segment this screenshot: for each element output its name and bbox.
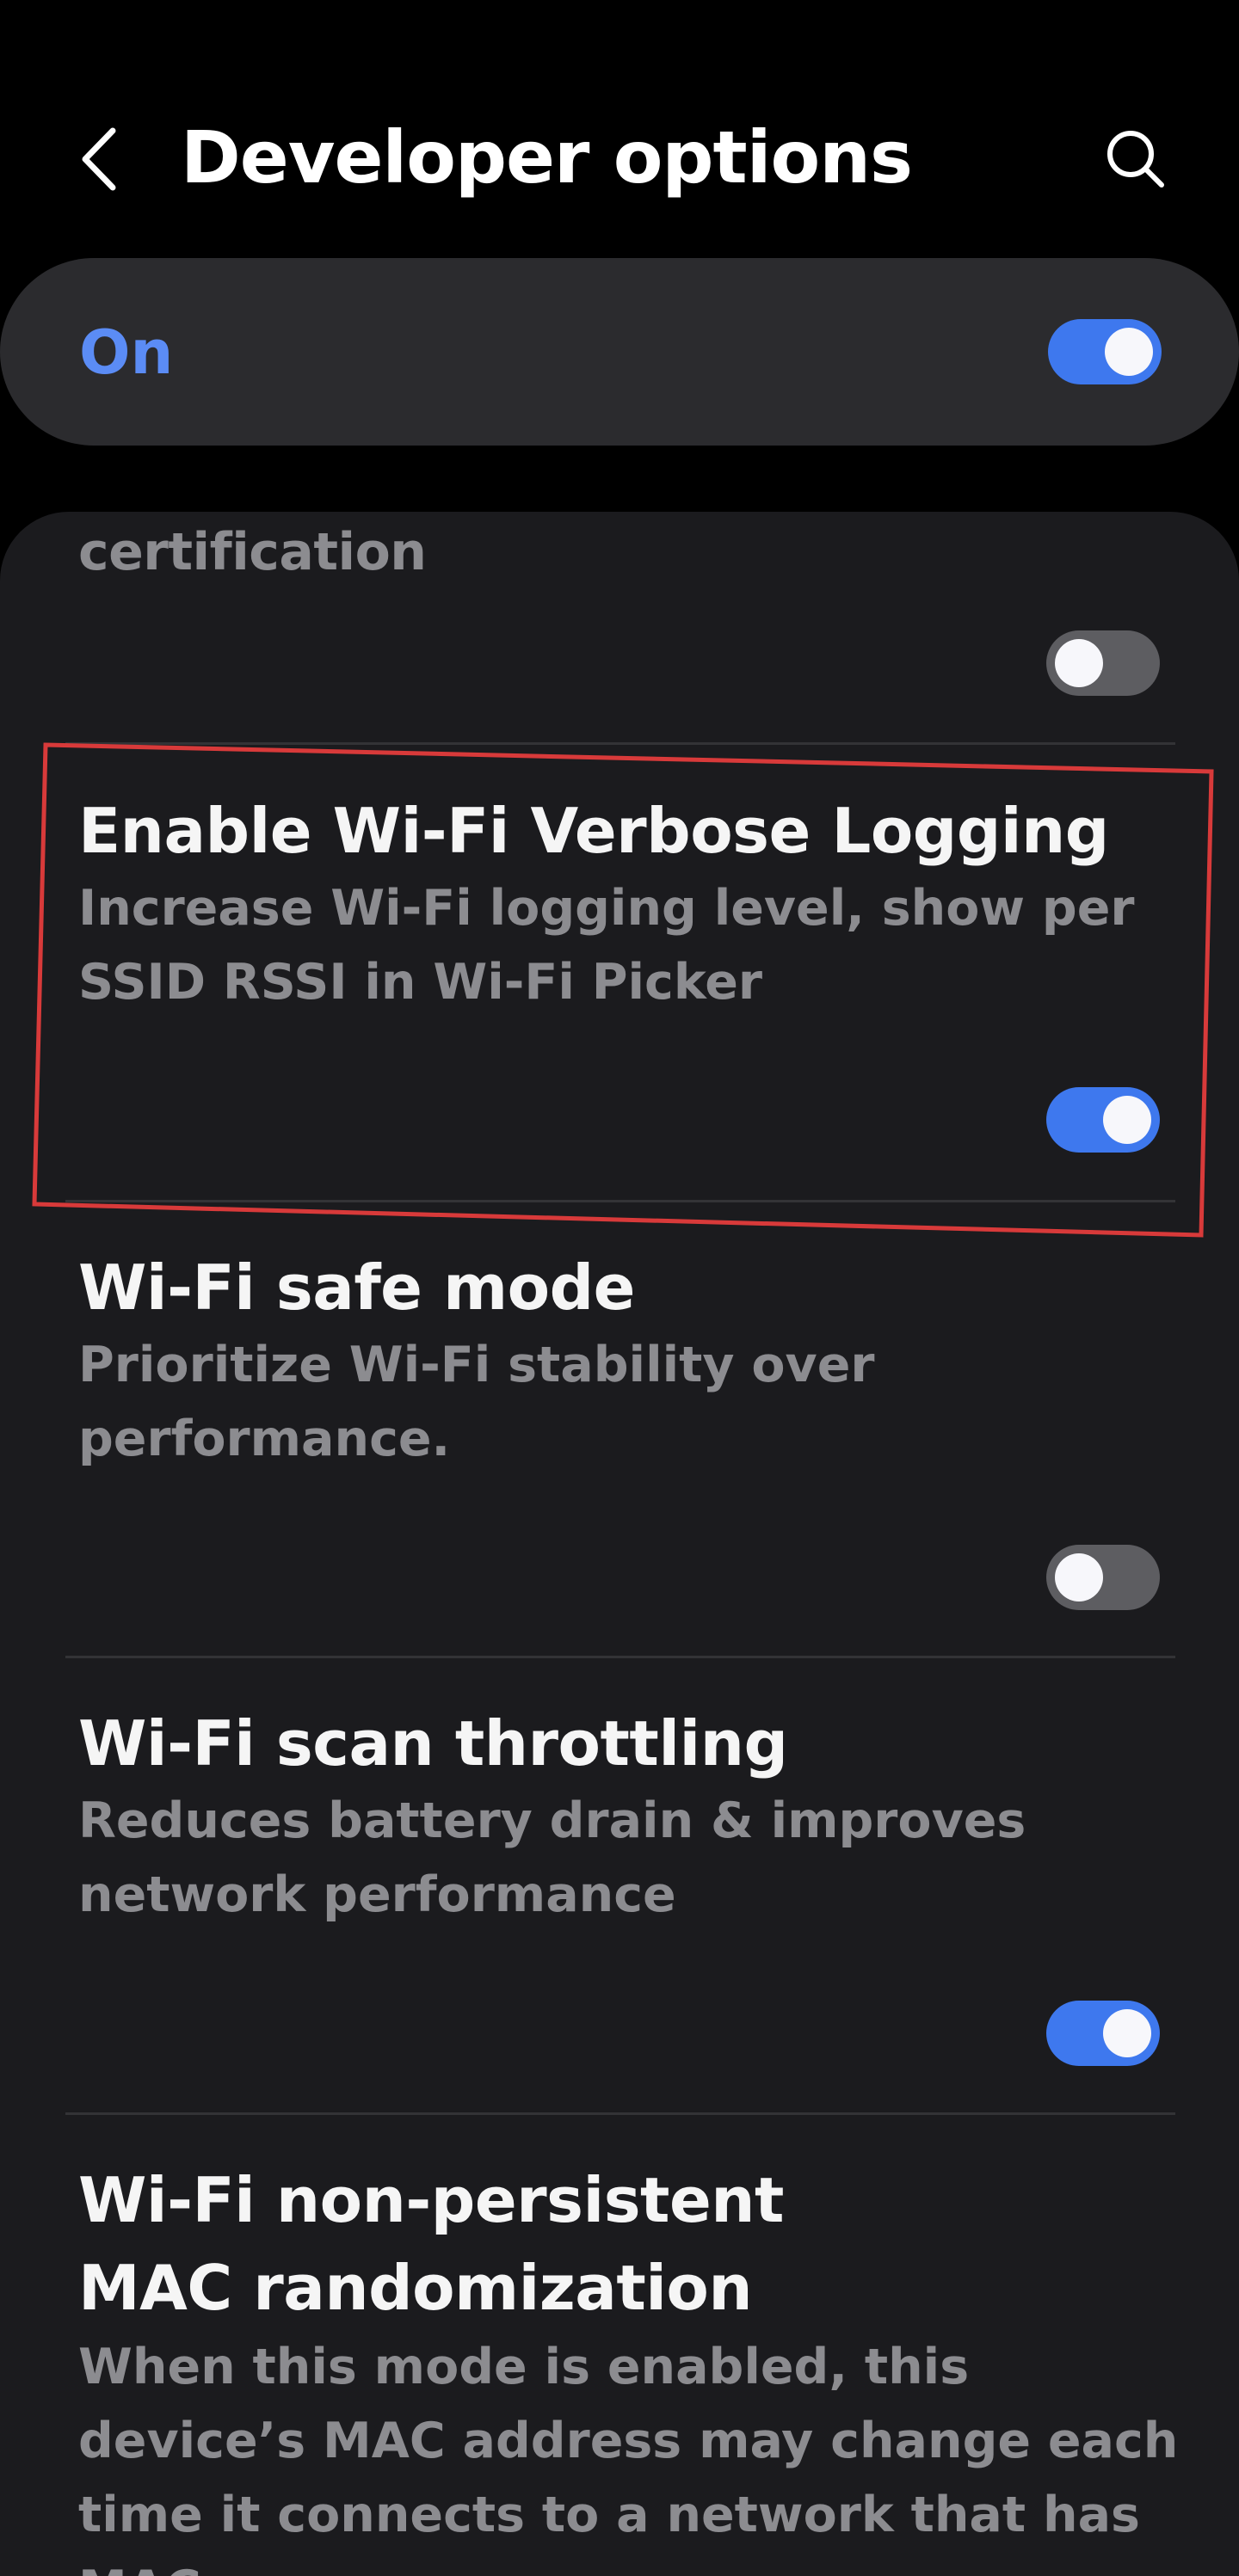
master-switch-bar[interactable]: On — [0, 258, 1239, 446]
setting-toggle[interactable] — [1046, 1087, 1160, 1153]
setting-title: Wi-Fi non-persistent MAC randomization — [78, 2164, 784, 2324]
setting-title: certification — [78, 522, 427, 582]
setting-toggle[interactable] — [1046, 630, 1160, 696]
search-button[interactable] — [1093, 116, 1179, 202]
master-toggle[interactable] — [1048, 319, 1162, 384]
setting-toggle[interactable] — [1046, 1545, 1160, 1610]
master-switch-label: On — [79, 317, 174, 388]
list-item[interactable]: Wi-Fi non-persistent MAC randomization W… — [0, 2115, 1239, 2576]
setting-summary: Reduces battery drain & improves network… — [78, 1792, 1026, 1923]
setting-title: Enable Wi-Fi Verbose Logging — [78, 795, 1109, 867]
page-title: Developer options — [181, 115, 913, 200]
search-icon — [1107, 131, 1164, 188]
setting-summary: Increase Wi-Fi logging level, show per S… — [78, 880, 1135, 1011]
list-item[interactable]: certification — [0, 512, 1239, 744]
toggle-knob — [1105, 328, 1153, 376]
settings-list: certification Enable Wi-Fi Verbose Loggi… — [0, 512, 1239, 2576]
setting-title: Wi-Fi scan throttling — [78, 1707, 788, 1780]
setting-summary: When this mode is enabled, this device’s… — [78, 2339, 1179, 2576]
back-button[interactable] — [60, 112, 138, 206]
setting-title: Wi-Fi safe mode — [78, 1251, 635, 1324]
toggle-knob — [1103, 2009, 1151, 2057]
toggle-knob — [1103, 1096, 1151, 1144]
toggle-knob — [1055, 639, 1103, 687]
list-item[interactable]: Wi-Fi scan throttling Reduces battery dr… — [0, 1658, 1239, 2114]
list-item[interactable]: Wi-Fi safe mode Prioritize Wi-Fi stabili… — [0, 1202, 1239, 1658]
setting-summary: Prioritize Wi-Fi stability over performa… — [78, 1337, 875, 1467]
chevron-left-icon — [82, 127, 116, 191]
setting-toggle[interactable] — [1046, 2001, 1160, 2066]
list-item[interactable]: Enable Wi-Fi Verbose Logging Increase Wi… — [0, 745, 1239, 1201]
app-header: Developer options — [0, 0, 1239, 258]
toggle-knob — [1055, 1553, 1103, 1602]
